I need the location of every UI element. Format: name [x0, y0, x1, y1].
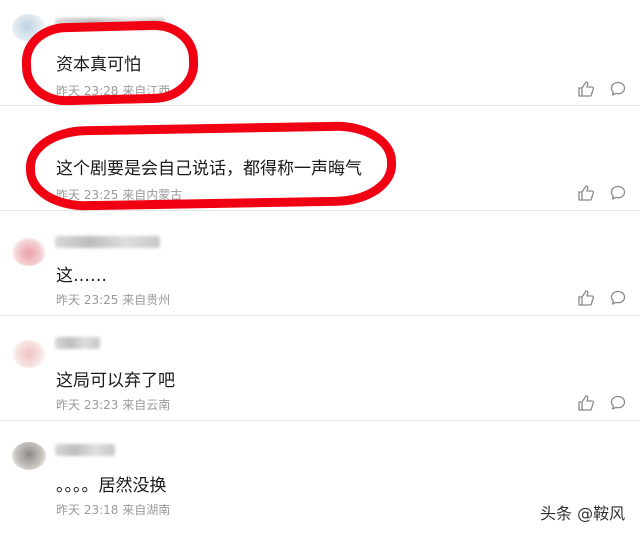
comment-item: 这个剧要是会自己说话，都得称一声晦气 昨天 23:25 来自内蒙古	[0, 105, 640, 211]
comment-meta: 昨天 23:28 来自江西	[56, 82, 170, 99]
thumbs-up-icon[interactable]	[577, 394, 595, 412]
avatar[interactable]	[12, 238, 46, 266]
comment-item: 这…… 昨天 23:25 来自贵州	[0, 210, 640, 316]
comment-location: 来自贵州	[122, 293, 171, 307]
comment-location: 来自云南	[122, 398, 171, 412]
comment-text: 这局可以弃了吧	[56, 371, 175, 391]
comment-time: 昨天 23:18	[56, 503, 119, 517]
username-blurred	[55, 444, 115, 456]
comment-meta: 昨天 23:25 来自贵州	[56, 291, 170, 308]
comment-meta: 昨天 23:18 来自湖南	[56, 501, 170, 518]
thumbs-up-icon[interactable]	[577, 80, 595, 98]
thumbs-up-icon[interactable]	[577, 289, 595, 307]
username-blurred	[55, 18, 165, 30]
comment-item: 这局可以弃了吧 昨天 23:23 来自云南	[0, 315, 640, 421]
comment-bubble-icon[interactable]	[609, 394, 627, 412]
comment-text: 资本真可怕	[56, 55, 141, 75]
username-blurred	[55, 337, 100, 349]
comment-location: 来自湖南	[122, 503, 171, 517]
avatar[interactable]	[12, 340, 46, 368]
comment-text: 这个剧要是会自己说话，都得称一声晦气	[56, 159, 362, 179]
thumbs-up-icon[interactable]	[577, 184, 595, 202]
comment-time: 昨天 23:23	[56, 398, 119, 412]
comment-bubble-icon[interactable]	[609, 184, 627, 202]
username-blurred	[55, 236, 160, 248]
comment-text: 。。。。居然没换	[56, 476, 167, 496]
comment-bubble-icon[interactable]	[609, 80, 627, 98]
watermark: 头条 @鞍风	[540, 504, 626, 523]
comment-meta: 昨天 23:23 来自云南	[56, 396, 170, 413]
comment-meta: 昨天 23:25 来自内蒙古	[56, 186, 182, 203]
comment-item: 资本真可怕 昨天 23:28 来自江西	[0, 0, 640, 106]
comment-bubble-icon[interactable]	[609, 289, 627, 307]
avatar[interactable]	[12, 442, 46, 470]
comment-location: 来自江西	[122, 84, 171, 98]
comment-time: 昨天 23:28	[56, 84, 119, 98]
comment-location: 来自内蒙古	[122, 188, 183, 202]
avatar[interactable]	[12, 14, 46, 42]
comment-time: 昨天 23:25	[56, 188, 119, 202]
comment-time: 昨天 23:25	[56, 293, 119, 307]
comment-text: 这……	[56, 266, 107, 286]
